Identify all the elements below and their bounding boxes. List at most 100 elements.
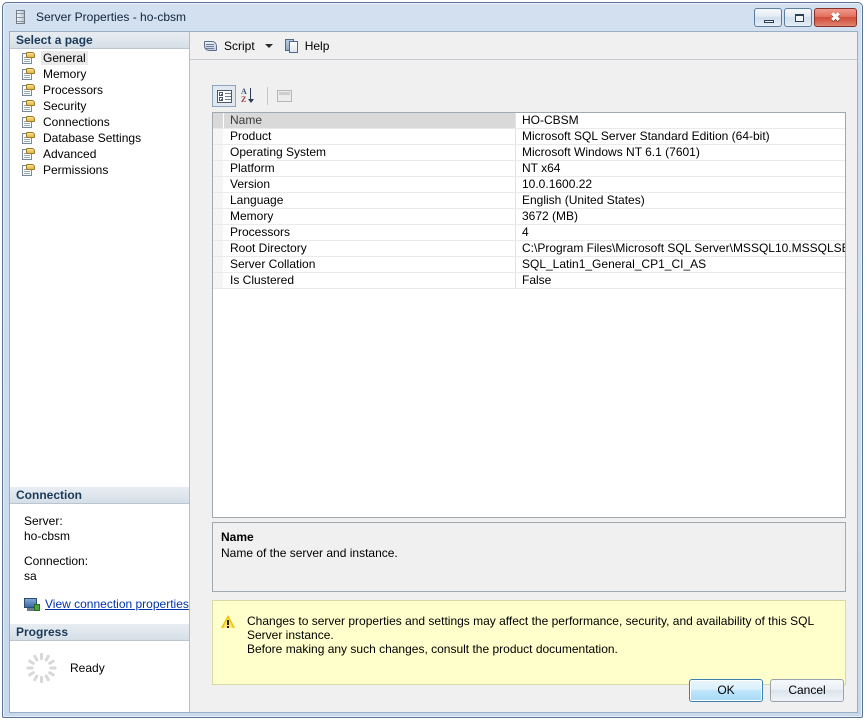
sidebar-item-label: General: [41, 51, 88, 65]
table-row[interactable]: Product Microsoft SQL Server Standard Ed…: [213, 129, 845, 145]
property-name: Server Collation: [224, 257, 516, 272]
script-button[interactable]: Script: [199, 35, 259, 57]
property-value[interactable]: SQL_Latin1_General_CP1_CI_AS: [516, 257, 845, 272]
right-pane: Script Help A Z Name HO-CBSM Product Mic…: [190, 32, 857, 712]
property-name: Processors: [224, 225, 516, 240]
property-value[interactable]: 3672 (MB): [516, 209, 845, 224]
property-name: Version: [224, 177, 516, 192]
row-gutter: [213, 113, 224, 128]
connection-section: Connection Server: ho-cbsm Connection: s…: [10, 487, 189, 612]
sidebar-item-general[interactable]: General: [10, 50, 189, 66]
property-value[interactable]: False: [516, 273, 845, 288]
page-icon: [22, 163, 36, 177]
table-row[interactable]: Processors 4: [213, 225, 845, 241]
left-pane: Select a page General Memory Processors …: [10, 32, 190, 712]
row-gutter: [213, 273, 224, 288]
sidebar-item-memory[interactable]: Memory: [10, 66, 189, 82]
warning-line-2: Before making any such changes, consult …: [247, 642, 618, 656]
toolbar-separator: [267, 87, 268, 105]
sidebar-item-advanced[interactable]: Advanced: [10, 146, 189, 162]
script-label: Script: [224, 38, 255, 53]
view-connection-properties-row[interactable]: View connection properties: [24, 597, 189, 612]
property-pages-button[interactable]: [273, 85, 297, 107]
table-row[interactable]: Root Directory C:\Program Files\Microsof…: [213, 241, 845, 257]
description-text: Name of the server and instance.: [221, 546, 398, 560]
sidebar-item-label: Advanced: [43, 147, 97, 161]
minimize-icon: [764, 20, 774, 23]
maximize-icon: [795, 14, 804, 22]
page-icon: [22, 147, 36, 161]
view-connection-properties-link[interactable]: View connection properties: [45, 597, 189, 612]
server-properties-window: Server Properties - ho-cbsm ✖ Select a p…: [2, 2, 863, 718]
select-a-page-header: Select a page: [10, 32, 189, 49]
table-row[interactable]: Is Clustered False: [213, 273, 845, 289]
table-row[interactable]: Version 10.0.1600.22: [213, 177, 845, 193]
property-value[interactable]: Microsoft SQL Server Standard Edition (6…: [516, 129, 845, 144]
table-row[interactable]: Platform NT x64: [213, 161, 845, 177]
minimize-button[interactable]: [754, 8, 782, 27]
table-row[interactable]: Server Collation SQL_Latin1_General_CP1_…: [213, 257, 845, 273]
ok-button[interactable]: OK: [689, 679, 763, 702]
property-value[interactable]: NT x64: [516, 161, 845, 176]
property-value[interactable]: English (United States): [516, 193, 845, 208]
row-gutter: [213, 225, 224, 240]
dialog-client-area: Select a page General Memory Processors …: [9, 31, 858, 713]
sidebar-item-security[interactable]: Security: [10, 98, 189, 114]
server-value: ho-cbsm: [24, 529, 71, 543]
sidebar-item-connections[interactable]: Connections: [10, 114, 189, 130]
property-value[interactable]: HO-CBSM: [516, 113, 845, 128]
property-pages-icon: [277, 90, 292, 102]
table-row[interactable]: Name HO-CBSM: [213, 113, 845, 129]
description-title: Name: [221, 530, 254, 544]
row-gutter: [213, 241, 224, 256]
window-controls: ✖: [754, 8, 857, 27]
cancel-button[interactable]: Cancel: [770, 679, 844, 702]
page-icon: [22, 115, 36, 129]
dialog-button-bar: OK Cancel: [3, 679, 862, 709]
help-label: Help: [304, 38, 330, 53]
warning-text: Changes to server properties and setting…: [247, 614, 835, 684]
page-icon: [22, 67, 36, 81]
warning-banner: Changes to server properties and setting…: [212, 600, 846, 685]
sidebar-item-database-settings[interactable]: Database Settings: [10, 130, 189, 146]
property-value[interactable]: 4: [516, 225, 845, 240]
property-name: Platform: [224, 161, 516, 176]
row-gutter: [213, 209, 224, 224]
property-name: Is Clustered: [224, 273, 516, 288]
sidebar-item-permissions[interactable]: Permissions: [10, 162, 189, 178]
maximize-button[interactable]: [784, 8, 812, 27]
help-icon: [284, 38, 300, 53]
title-bar[interactable]: Server Properties - ho-cbsm ✖: [3, 3, 862, 31]
alphabetical-sort-button[interactable]: AZ: [237, 85, 261, 107]
progress-status: Ready: [70, 661, 105, 675]
connection-label: Connection:: [24, 554, 89, 568]
sidebar-item-label: Permissions: [43, 163, 109, 177]
property-name: Language: [224, 193, 516, 208]
chevron-down-icon[interactable]: [264, 43, 273, 48]
server-icon: [13, 9, 29, 25]
property-name: Root Directory: [224, 241, 516, 256]
property-value[interactable]: C:\Program Files\Microsoft SQL Server\MS…: [516, 241, 845, 256]
close-button[interactable]: ✖: [814, 8, 857, 27]
property-name: Operating System: [224, 145, 516, 160]
sidebar-item-processors[interactable]: Processors: [10, 82, 189, 98]
progress-header: Progress: [10, 624, 189, 641]
connection-value: sa: [24, 569, 37, 583]
property-value[interactable]: 10.0.1600.22: [516, 177, 845, 192]
row-gutter: [213, 257, 224, 272]
categorized-view-button[interactable]: [212, 85, 236, 107]
table-row[interactable]: Language English (United States): [213, 193, 845, 209]
table-row[interactable]: Memory 3672 (MB): [213, 209, 845, 225]
page-icon: [22, 131, 36, 145]
row-gutter: [213, 193, 224, 208]
sidebar-item-label: Processors: [43, 83, 104, 97]
property-value[interactable]: Microsoft Windows NT 6.1 (7601): [516, 145, 845, 160]
table-row[interactable]: Operating System Microsoft Windows NT 6.…: [213, 145, 845, 161]
property-name: Name: [224, 113, 516, 128]
page-icon: [22, 99, 36, 113]
sidebar-item-label: Connections: [43, 115, 110, 129]
property-grid[interactable]: Name HO-CBSM Product Microsoft SQL Serve…: [212, 112, 846, 518]
property-name: Memory: [224, 209, 516, 224]
help-button[interactable]: Help: [281, 35, 334, 57]
row-gutter: [213, 145, 224, 160]
